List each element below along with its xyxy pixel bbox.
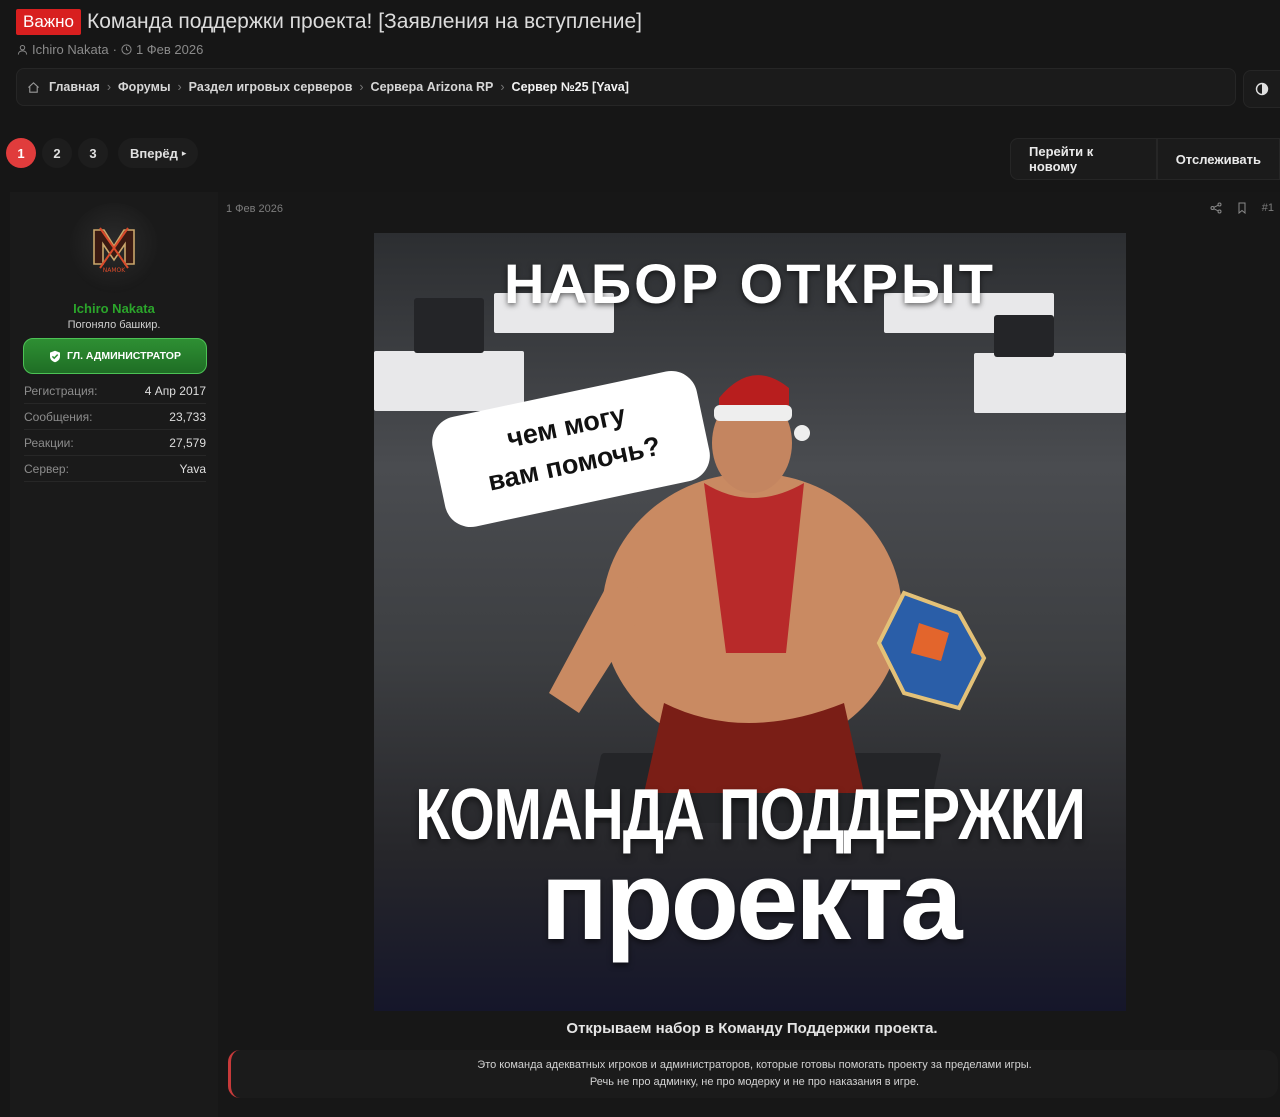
caret-right-icon: ▸: [181, 147, 187, 158]
stat-key: Регистрация:: [24, 383, 98, 398]
stat-registration: Регистрация: 4 Апр 2017: [24, 378, 206, 404]
stat-key: Сообщения:: [24, 409, 93, 424]
breadcrumb-item-game-servers[interactable]: Раздел игровых серверов: [189, 80, 353, 94]
share-icon[interactable]: [1210, 202, 1222, 214]
user-icon: [17, 44, 28, 55]
username[interactable]: Ichiro Nakata: [10, 301, 218, 316]
thread-title-row: Важно Команда поддержки проекта! [Заявле…: [16, 9, 642, 35]
next-page-label: Вперёд: [130, 145, 178, 161]
stat-key: Реакции:: [24, 435, 74, 450]
chevron-right-icon: ›: [177, 80, 182, 94]
banner-top-text: НАБОР ОТКРЫТ: [504, 252, 996, 315]
stat-reactions: Реакции: 27,579: [24, 430, 206, 456]
jump-to-new-button[interactable]: Перейти к новому: [1010, 138, 1157, 180]
clock-icon: [121, 44, 132, 55]
contrast-icon: [1255, 82, 1269, 96]
pagination: 1 2 3 Вперёд ▸: [6, 138, 199, 168]
user-title: Погоняло башкир.: [67, 319, 161, 331]
next-page-button[interactable]: Вперёд ▸: [118, 138, 199, 168]
home-icon[interactable]: [27, 81, 40, 94]
important-badge: Важно: [16, 9, 82, 35]
post-heading: Открываем набор в Команду Поддержки прое…: [566, 1020, 938, 1037]
post-banner-image[interactable]: НАБОР ОТКРЫТ чем могу вам помочь? КОМАНД…: [374, 233, 1126, 1011]
watch-button[interactable]: Отслеживать: [1156, 138, 1280, 180]
post-quote: Это команда адекватных игроков и админис…: [228, 1050, 1278, 1098]
quote-line-1: Это команда адекватных игроков и админис…: [477, 1059, 1032, 1071]
breadcrumb: Главная › Форумы › Раздел игровых сервер…: [16, 68, 1236, 106]
breadcrumb-item-current[interactable]: Сервер №25 [Yava]: [512, 80, 629, 94]
stat-messages: Сообщения: 23,733: [24, 404, 206, 430]
stat-value: Yava: [179, 461, 206, 476]
thread-title: Команда поддержки проекта! [Заявления на…: [87, 10, 642, 33]
post-date[interactable]: 1 Фев 2026: [226, 203, 283, 215]
page-3-button[interactable]: 3: [78, 138, 108, 168]
post: 1 Фев 2026 #1 НАБОР ОТКРЫТ чем могу вам …: [218, 192, 1280, 1117]
chevron-right-icon: ›: [106, 80, 112, 94]
stat-server: Сервер: Yava: [24, 456, 206, 482]
quote-line-2: Речь не про админку, не про модерку и не…: [589, 1076, 920, 1088]
avatar-text: NAMOK: [103, 267, 126, 274]
user-stats: Регистрация: 4 Апр 2017 Сообщения: 23,733 …: [24, 378, 206, 482]
page-1-button[interactable]: 1: [6, 138, 36, 168]
stat-value[interactable]: 23,733: [169, 410, 206, 424]
breadcrumb-item-arizona[interactable]: Сервера Arizona RP: [371, 80, 494, 94]
page-2-button[interactable]: 2: [42, 138, 72, 168]
thread-meta: Ichiro Nakata · 1 Фев 2026: [17, 42, 203, 57]
thread-date[interactable]: 1 Фев 2026: [136, 42, 203, 57]
bookmark-icon[interactable]: [1236, 202, 1248, 214]
breadcrumb-item-forums[interactable]: Форумы: [118, 80, 170, 94]
role-label: ГЛ. АДМИНИСТРАТОР: [67, 350, 181, 362]
post-tools: #1: [1210, 202, 1274, 214]
shield-check-icon: [50, 350, 61, 362]
user-panel: NAMOK Ichiro Nakata Погоняло башкир. ГЛ.…: [10, 192, 218, 1117]
breadcrumb-item-home[interactable]: Главная: [49, 80, 100, 94]
thread-author[interactable]: Ichiro Nakata: [32, 42, 109, 57]
avatar-logo-icon: NAMOK: [93, 227, 135, 274]
post-number[interactable]: #1: [1262, 202, 1274, 214]
banner-big-text: проекта: [540, 838, 963, 963]
chevron-right-icon: ›: [359, 80, 364, 94]
stat-value: 27,579: [169, 435, 206, 450]
theme-toggle-button[interactable]: [1243, 70, 1280, 108]
thread-actions: Перейти к новому Отслеживать: [1010, 138, 1280, 180]
stat-value: 4 Апр 2017: [144, 383, 206, 398]
avatar[interactable]: NAMOK: [69, 203, 159, 293]
stat-key: Сервер:: [24, 461, 69, 476]
meta-separator: ·: [112, 42, 117, 57]
chevron-right-icon: ›: [500, 80, 505, 94]
role-banner: ГЛ. АДМИНИСТРАТОР: [23, 338, 207, 374]
